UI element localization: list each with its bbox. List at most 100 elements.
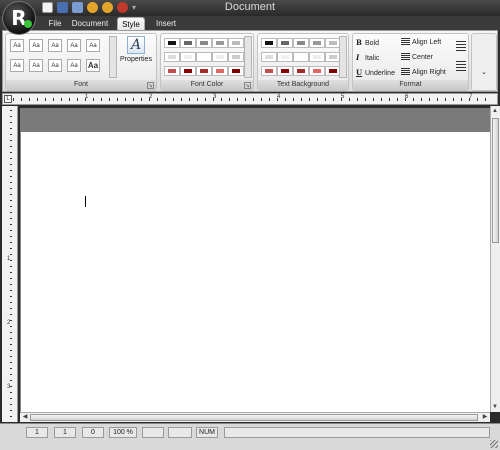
text-background-swatch[interactable] xyxy=(277,38,293,48)
ruler-tick xyxy=(453,98,454,101)
text-background-swatch[interactable] xyxy=(293,38,309,48)
scroll-left-icon[interactable]: ◀ xyxy=(21,413,29,421)
font-style-preset[interactable]: Aa xyxy=(67,39,81,52)
ruler-tick xyxy=(325,98,326,101)
save-icon[interactable] xyxy=(57,2,68,13)
vertical-scroll-thumb[interactable] xyxy=(492,118,499,243)
window-title: Document xyxy=(224,1,276,13)
tab-file[interactable]: File xyxy=(44,17,66,30)
text-background-swatch[interactable] xyxy=(309,38,325,48)
status-empty-2 xyxy=(168,427,192,438)
font-color-swatch[interactable] xyxy=(196,66,212,76)
text-background-swatch[interactable] xyxy=(309,66,325,76)
ruler-tick xyxy=(10,398,12,399)
vertical-scrollbar[interactable]: ▲ ▼ xyxy=(490,106,500,412)
ruler-number: 6 xyxy=(405,94,409,100)
ruler-tick xyxy=(10,146,12,147)
horizontal-scrollbar[interactable]: ◀ ▶ xyxy=(20,412,490,422)
stop-icon[interactable] xyxy=(117,2,128,13)
font-color-swatch[interactable] xyxy=(212,66,228,76)
new-document-icon[interactable] xyxy=(42,2,53,13)
vertical-ruler[interactable]: 1 2 3 xyxy=(2,106,18,422)
ruler-tick xyxy=(10,128,12,129)
font-style-preset[interactable]: Aa xyxy=(10,39,24,52)
undo-icon[interactable] xyxy=(87,2,98,13)
center-button[interactable]: Center xyxy=(401,52,433,64)
horizontal-scroll-thumb[interactable] xyxy=(30,414,478,421)
text-background-swatch[interactable] xyxy=(277,52,293,62)
font-style-preset[interactable]: Aa xyxy=(86,59,100,72)
italic-button[interactable]: I Italic xyxy=(356,52,379,64)
tab-insert[interactable]: Insert xyxy=(152,17,180,30)
text-background-swatch[interactable] xyxy=(261,66,277,76)
bold-button[interactable]: B Bold xyxy=(356,37,379,49)
status-zoom[interactable]: 100 % xyxy=(109,427,137,438)
font-style-preset[interactable]: Aa xyxy=(10,59,24,72)
font-color-swatch[interactable] xyxy=(212,38,228,48)
font-style-preset[interactable]: Aa xyxy=(29,39,43,52)
font-color-swatch[interactable] xyxy=(164,52,180,62)
tab-document[interactable]: Document xyxy=(70,17,110,30)
resize-grip-icon[interactable] xyxy=(490,440,498,448)
scroll-up-icon[interactable]: ▲ xyxy=(491,107,499,115)
font-style-preset[interactable]: Aa xyxy=(67,59,81,72)
font-color-swatch[interactable] xyxy=(180,66,196,76)
print-icon[interactable] xyxy=(72,2,83,13)
document-page[interactable] xyxy=(20,132,490,412)
scroll-right-icon[interactable]: ▶ xyxy=(481,413,489,421)
ruler-tick xyxy=(10,368,12,369)
font-style-preset[interactable]: Aa xyxy=(48,59,62,72)
numbered-list-icon[interactable] xyxy=(456,61,466,71)
text-cursor xyxy=(85,196,86,207)
font-color-swatch[interactable] xyxy=(228,52,244,62)
ruler-number: 5 xyxy=(341,94,345,100)
ruler-tick xyxy=(365,98,366,101)
scroll-down-icon[interactable]: ▼ xyxy=(491,403,499,411)
status-message xyxy=(224,427,490,438)
font-color-swatch[interactable] xyxy=(180,38,196,48)
properties-icon: A xyxy=(127,36,145,54)
text-background-swatch[interactable] xyxy=(309,52,325,62)
ruler-tick xyxy=(10,182,12,183)
title-bar: ▾ Document xyxy=(0,0,500,16)
tab-stop-selector[interactable]: L xyxy=(4,95,12,103)
redo-icon[interactable] xyxy=(102,2,113,13)
font-color-swatch[interactable] xyxy=(196,38,212,48)
qat-dropdown-icon[interactable]: ▾ xyxy=(132,2,136,13)
font-style-preset[interactable]: Aa xyxy=(29,59,43,72)
text-background-scroll[interactable] xyxy=(339,36,347,78)
bullet-list-icon[interactable] xyxy=(456,41,466,51)
text-background-swatch[interactable] xyxy=(293,66,309,76)
align-left-button[interactable]: Align Left xyxy=(401,37,441,49)
ribbon: Aa Aa Aa Aa Aa Aa Aa Aa Aa Aa Font ↘ A Properties… xyxy=(2,30,498,92)
ruler-tick xyxy=(109,98,110,101)
font-color-swatch[interactable] xyxy=(228,66,244,76)
font-color-scroll[interactable] xyxy=(244,36,252,78)
font-color-swatch[interactable] xyxy=(228,38,244,48)
ruler-tick xyxy=(53,98,54,101)
ribbon-collapse-button[interactable]: ⌄ xyxy=(471,33,497,91)
tab-style[interactable]: Style xyxy=(117,17,145,30)
font-color-swatch[interactable] xyxy=(164,38,180,48)
ruler-tick xyxy=(10,218,12,219)
text-background-swatch[interactable] xyxy=(293,52,309,62)
font-color-swatch[interactable] xyxy=(164,66,180,76)
font-style-preset[interactable]: Aa xyxy=(86,39,100,52)
text-background-swatch[interactable] xyxy=(261,52,277,62)
text-background-swatch[interactable] xyxy=(277,66,293,76)
font-color-swatch[interactable] xyxy=(180,52,196,62)
ruler-tick xyxy=(10,404,12,405)
underline-button[interactable]: U Underline xyxy=(356,67,395,79)
text-background-swatch[interactable] xyxy=(261,38,277,48)
align-right-button[interactable]: Align Right xyxy=(401,67,446,79)
app-menu-button[interactable]: R xyxy=(2,1,36,35)
font-style-preset[interactable]: Aa xyxy=(48,39,62,52)
properties-button[interactable]: A Properties xyxy=(116,34,156,90)
ruler-tick xyxy=(429,98,430,101)
font-color-launcher[interactable]: ↘ xyxy=(244,82,251,89)
ruler-tick xyxy=(285,98,286,101)
font-color-swatch[interactable] xyxy=(196,52,212,62)
properties-label: Properties xyxy=(120,56,152,63)
horizontal-ruler[interactable]: 1 2 3 4 5 6 7 xyxy=(2,93,498,105)
font-color-swatch[interactable] xyxy=(212,52,228,62)
